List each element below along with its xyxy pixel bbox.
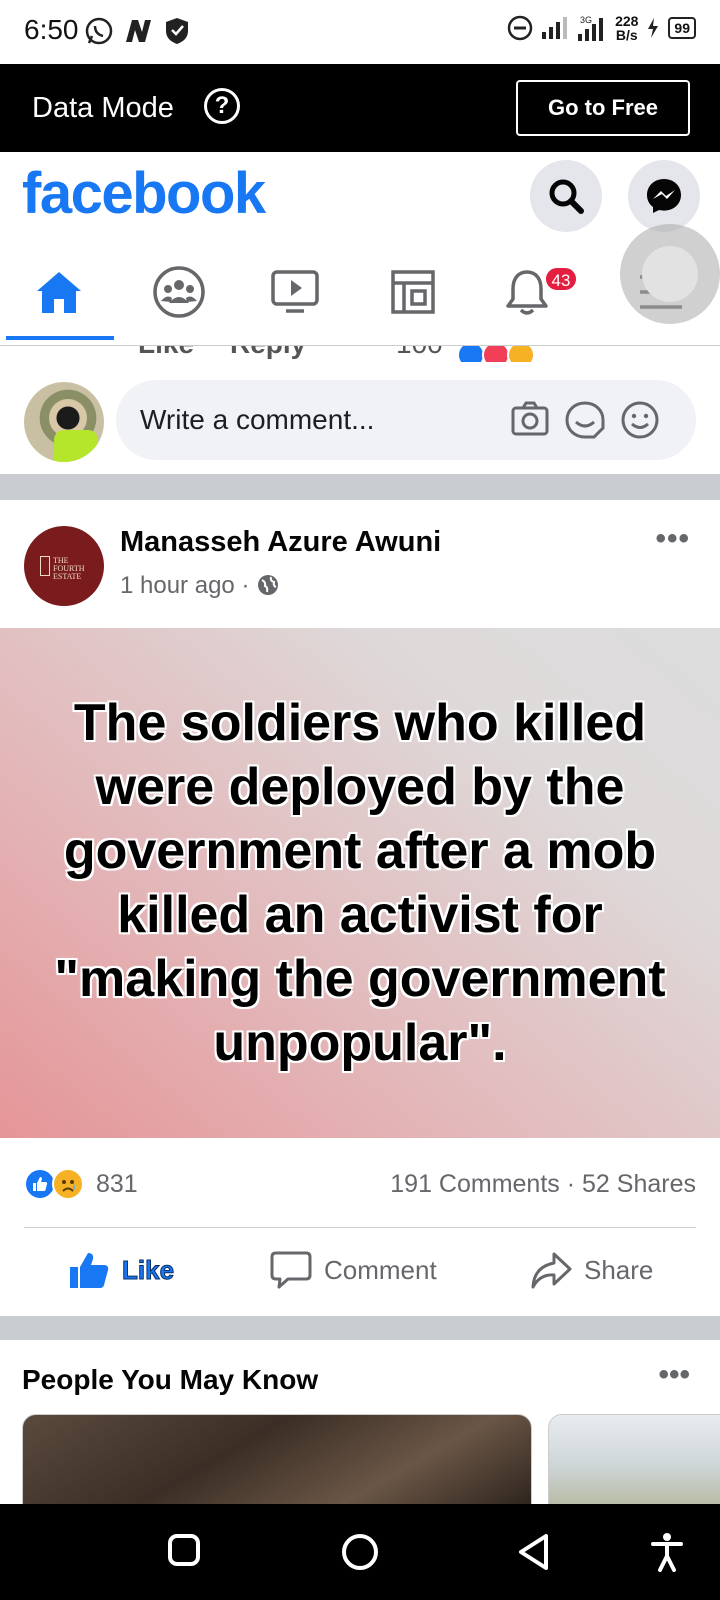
previous-comment-actions: Like Reply 100 (0, 346, 720, 362)
emoji-icon[interactable] (620, 400, 660, 445)
feed-separator (0, 1316, 720, 1340)
post-author[interactable]: Manasseh Azure Awuni (120, 526, 441, 559)
status-right: 3G 228 B/s 99 (507, 14, 696, 42)
like-label: Like (121, 1254, 175, 1285)
data-mode-bar: Data Mode ? Go to Free (0, 64, 720, 152)
network-speed: 228 B/s (615, 13, 639, 43)
post-meta: 1 hour ago · (120, 572, 280, 600)
share-label: Share (584, 1254, 654, 1285)
share-button[interactable]: Share (530, 1250, 653, 1290)
signal-3g-icon: 3G (578, 15, 604, 41)
page-avatar-logo: THE FOURTH ESTATE (53, 556, 85, 581)
watch-icon (271, 270, 319, 313)
notification-badge: 43 (544, 266, 578, 292)
facebook-logo: facebook (22, 161, 266, 226)
previous-reactions (456, 346, 546, 362)
like-button[interactable]: Like (68, 1250, 175, 1290)
comment-share-counts: 191 Comments · 52 Shares (390, 1170, 696, 1199)
thumbs-up-icon (70, 1253, 109, 1288)
stats-separator: · (566, 1170, 576, 1198)
bell-icon (506, 270, 548, 315)
page-avatar[interactable]: THE FOURTH ESTATE (24, 526, 104, 606)
marketplace-icon (391, 270, 435, 314)
home-icon (37, 272, 81, 313)
comment-label: Comment (324, 1254, 437, 1285)
active-tab-indicator (6, 336, 114, 340)
tab-groups[interactable] (120, 242, 238, 342)
accessibility-icon[interactable] (650, 1532, 684, 1577)
nav-tabs: 43 (0, 242, 720, 346)
groups-icon (153, 266, 205, 318)
search-icon (549, 179, 584, 214)
recents-icon[interactable] (166, 1532, 202, 1573)
pymk-more-button[interactable]: ••• (658, 1358, 690, 1392)
post-actions: Like Comment Share (0, 1228, 720, 1316)
meta-separator: · (241, 572, 250, 599)
feed-separator (0, 474, 720, 500)
previous-reply-link[interactable]: Reply (230, 346, 306, 360)
shield-icon (164, 16, 190, 51)
post-more-button[interactable]: ••• (655, 522, 690, 556)
comment-input[interactable]: Write a comment... (116, 380, 696, 460)
whatsapp-icon (84, 16, 114, 51)
dnd-icon (507, 15, 533, 41)
search-button[interactable] (530, 160, 602, 232)
post-text: The soldiers who killed were deployed by… (54, 694, 666, 1072)
previous-like-link[interactable]: Like (138, 346, 194, 360)
data-mode-label: Data Mode (32, 92, 174, 124)
camera-icon[interactable] (510, 400, 550, 443)
user-avatar[interactable] (24, 382, 104, 462)
tab-notifications[interactable] (468, 242, 586, 342)
post-time[interactable]: 1 hour ago (120, 572, 235, 599)
logo-building-icon (40, 556, 50, 576)
sad-reaction-icon (52, 1168, 84, 1200)
gif-sticker-icon[interactable] (564, 400, 606, 445)
pymk-title: People You May Know (22, 1364, 319, 1395)
pymk-card[interactable] (22, 1414, 532, 1514)
app-header: facebook (0, 152, 720, 242)
comment-placeholder: Write a comment... (140, 404, 375, 435)
back-icon[interactable] (516, 1532, 552, 1577)
help-icon[interactable]: ? (204, 88, 240, 124)
tab-watch[interactable] (236, 242, 354, 342)
comment-button[interactable]: Comment (270, 1250, 437, 1290)
comment-icon (270, 1251, 312, 1289)
tab-home[interactable] (0, 242, 118, 342)
go-to-free-button[interactable]: Go to Free (516, 80, 690, 136)
charging-icon (648, 18, 659, 38)
home-nav-icon[interactable] (340, 1532, 380, 1577)
globe-icon (258, 575, 279, 595)
battery-indicator: 99 (668, 17, 696, 39)
post-background[interactable]: The soldiers who killed were deployed by… (0, 628, 720, 1138)
tab-marketplace[interactable] (354, 242, 472, 342)
messenger-icon (647, 179, 681, 213)
status-time: 6:50 (24, 14, 79, 45)
previous-reaction-count: 100 (396, 346, 443, 360)
pymk-card[interactable] (548, 1414, 720, 1514)
status-bar: 6:50 3G 228 B/s 99 (0, 0, 720, 64)
system-nav-bar (0, 1504, 720, 1600)
signal-icon (542, 17, 568, 39)
post-stats: 831 191 Comments · 52 Shares (0, 1138, 720, 1228)
comments-count[interactable]: 191 Comments (390, 1170, 560, 1198)
reaction-count[interactable]: 831 (96, 1170, 138, 1199)
post-header: THE FOURTH ESTATE Manasseh Azure Awuni 1… (0, 500, 720, 628)
touch-ripple-center (642, 246, 698, 302)
svg-text:3G: 3G (580, 15, 592, 25)
touch-ripple (620, 224, 720, 324)
shares-count[interactable]: 52 Shares (582, 1170, 696, 1198)
people-you-may-know: People You May Know ••• (0, 1340, 720, 1514)
n-app-icon (122, 16, 154, 51)
share-icon (531, 1252, 572, 1289)
messenger-button[interactable] (628, 160, 700, 232)
comment-composer: Write a comment... (0, 362, 720, 474)
